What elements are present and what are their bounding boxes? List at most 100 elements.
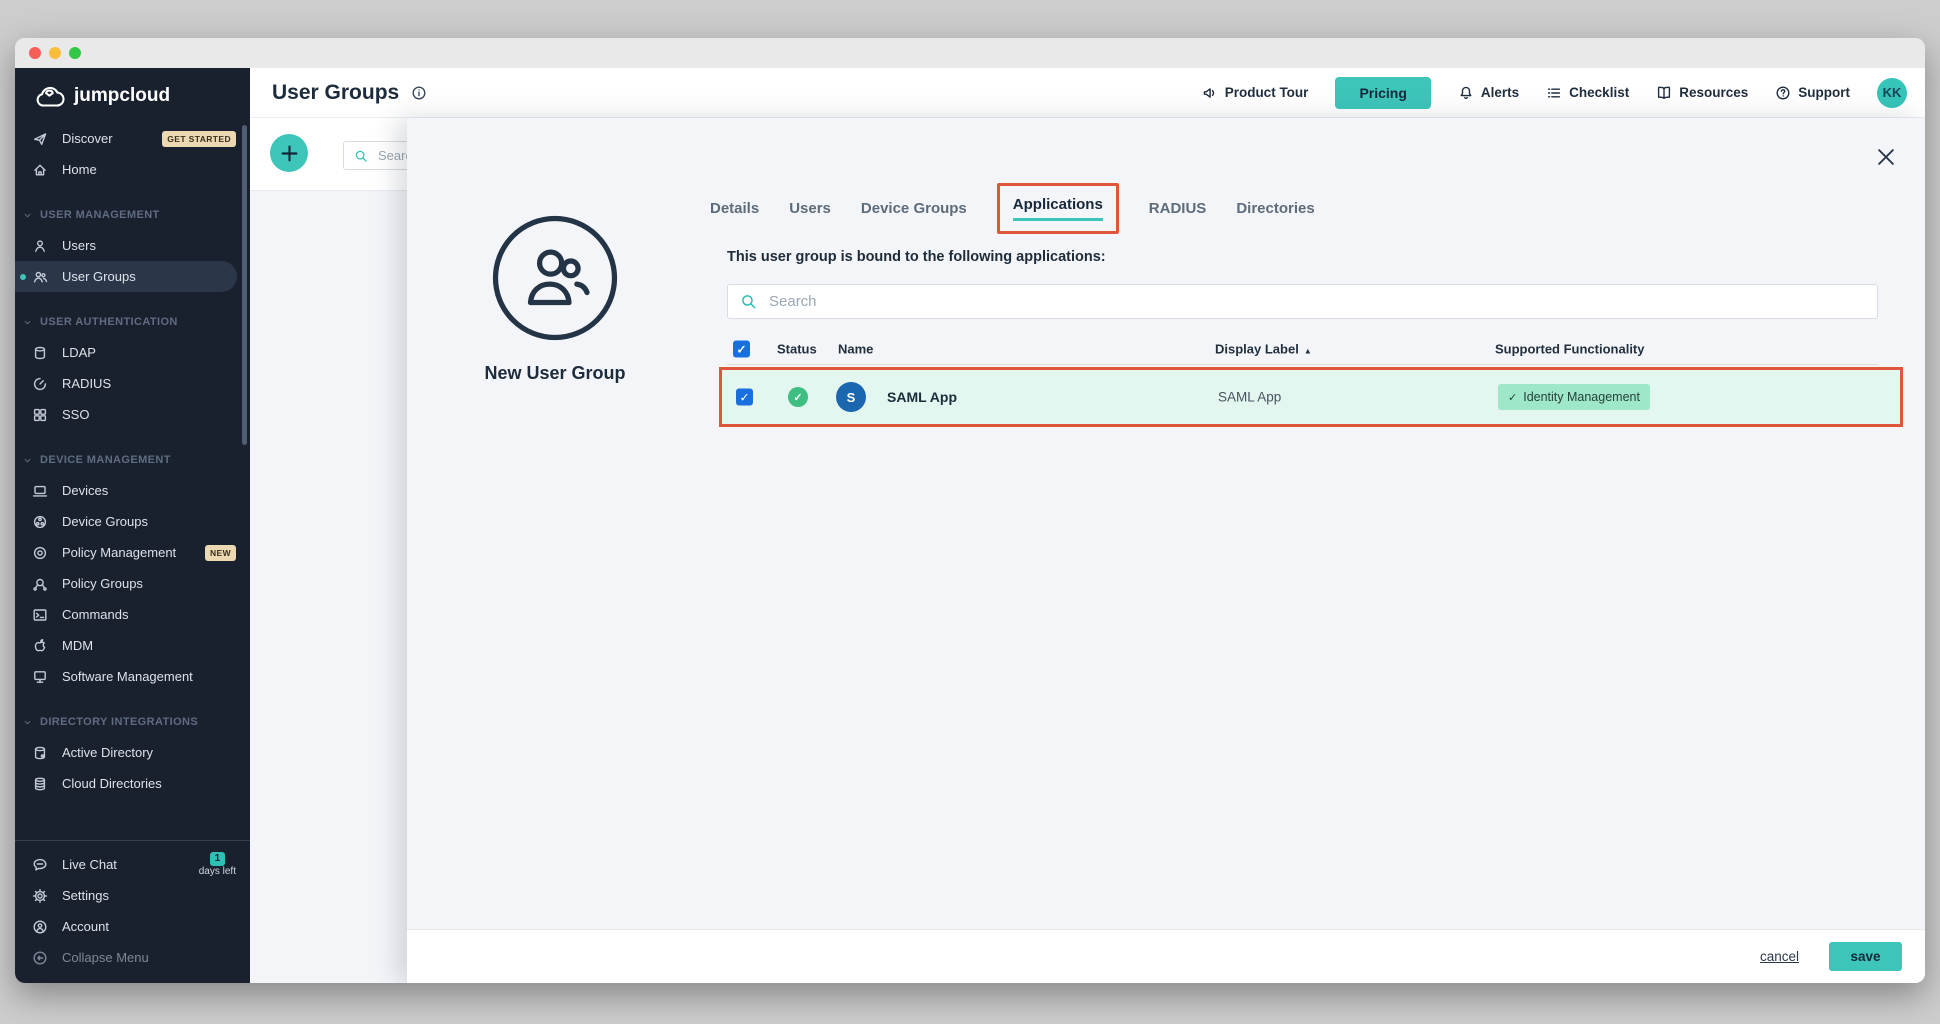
add-user-group-button[interactable] bbox=[270, 134, 308, 172]
sidebar-item-label: Account bbox=[62, 919, 109, 934]
book-icon bbox=[1656, 85, 1672, 101]
sidebar-footer: Live Chat 1 days left Settings Account C… bbox=[15, 840, 250, 973]
cancel-button[interactable]: cancel bbox=[1754, 948, 1805, 965]
sidebar-item-label: User Groups bbox=[62, 269, 136, 284]
app-grid-icon bbox=[32, 407, 48, 423]
sidebar-item-software-management[interactable]: Software Management bbox=[15, 661, 250, 692]
section-header-label: USER AUTHENTICATION bbox=[40, 316, 178, 328]
user-avatar[interactable]: KK bbox=[1877, 78, 1907, 108]
search-icon bbox=[354, 149, 368, 163]
save-button[interactable]: save bbox=[1829, 942, 1902, 971]
device-group-icon bbox=[32, 514, 48, 530]
sidebar-item-sso[interactable]: SSO bbox=[15, 399, 250, 430]
sidebar-item-mdm[interactable]: MDM bbox=[15, 630, 250, 661]
page-header: User Groups Product Tour Pricing Alerts … bbox=[250, 68, 1925, 118]
sidebar-item-commands[interactable]: Commands bbox=[15, 599, 250, 630]
zoom-window-button[interactable] bbox=[69, 47, 81, 59]
sidebar-section-directory-integrations[interactable]: DIRECTORY INTEGRATIONS bbox=[15, 707, 250, 737]
sidebar-item-cloud-directories[interactable]: Cloud Directories bbox=[15, 768, 250, 799]
resources-button[interactable]: Resources bbox=[1656, 85, 1748, 101]
sidebar-item-home[interactable]: Home bbox=[15, 154, 250, 185]
jumpcloud-logo[interactable]: jumpcloud bbox=[15, 68, 250, 107]
sidebar-item-settings[interactable]: Settings bbox=[15, 880, 250, 911]
tab-applications[interactable]: Applications bbox=[997, 183, 1119, 234]
column-header-status[interactable]: Status bbox=[777, 342, 817, 357]
panel-footer: cancel save bbox=[407, 929, 1925, 983]
select-all-checkbox[interactable] bbox=[733, 341, 750, 358]
chevron-down-icon bbox=[22, 455, 33, 466]
sidebar-item-active-directory[interactable]: Active Directory bbox=[15, 737, 250, 768]
sidebar-item-label: Live Chat bbox=[62, 857, 117, 872]
chevron-down-icon bbox=[22, 210, 33, 221]
trial-days-count: 1 bbox=[210, 852, 226, 866]
support-label: Support bbox=[1798, 85, 1850, 100]
sidebar-item-live-chat[interactable]: Live Chat 1 days left bbox=[15, 849, 250, 880]
support-button[interactable]: Support bbox=[1775, 85, 1850, 101]
gear-icon bbox=[32, 888, 48, 904]
bound-applications-description: This user group is bound to the followin… bbox=[727, 249, 1106, 265]
checklist-button[interactable]: Checklist bbox=[1546, 85, 1629, 101]
sidebar-item-policy-groups[interactable]: Policy Groups bbox=[15, 568, 250, 599]
tab-applications-label: Applications bbox=[1013, 196, 1103, 221]
bell-icon bbox=[1458, 85, 1474, 101]
alerts-button[interactable]: Alerts bbox=[1458, 85, 1519, 101]
home-icon bbox=[32, 162, 48, 178]
info-icon[interactable] bbox=[411, 85, 427, 101]
search-icon bbox=[740, 293, 757, 310]
sidebar: jumpcloud Discover GET STARTED Home USER… bbox=[15, 68, 250, 983]
tab-device-groups[interactable]: Device Groups bbox=[861, 200, 967, 217]
tab-radius[interactable]: RADIUS bbox=[1149, 200, 1207, 217]
applications-search bbox=[727, 284, 1878, 319]
column-header-name[interactable]: Name bbox=[838, 342, 873, 357]
sidebar-item-label: MDM bbox=[62, 638, 93, 653]
apple-icon bbox=[32, 638, 48, 654]
sidebar-section-device-management[interactable]: DEVICE MANAGEMENT bbox=[15, 445, 250, 475]
row-checkbox[interactable] bbox=[736, 389, 753, 406]
sidebar-item-label: Cloud Directories bbox=[62, 776, 162, 791]
window-titlebar bbox=[15, 38, 1925, 68]
pricing-button[interactable]: Pricing bbox=[1335, 77, 1430, 109]
sidebar-item-discover[interactable]: Discover GET STARTED bbox=[15, 123, 250, 154]
sidebar-item-label: Devices bbox=[62, 483, 108, 498]
radius-dial-icon bbox=[32, 376, 48, 392]
tab-directories[interactable]: Directories bbox=[1236, 200, 1314, 217]
minimize-window-button[interactable] bbox=[49, 47, 61, 59]
close-panel-button[interactable] bbox=[1875, 146, 1897, 168]
sidebar-item-collapse-menu[interactable]: Collapse Menu bbox=[15, 942, 250, 973]
new-badge: NEW bbox=[205, 545, 236, 561]
sidebar-item-devices[interactable]: Devices bbox=[15, 475, 250, 506]
sidebar-section-user-authentication[interactable]: USER AUTHENTICATION bbox=[15, 307, 250, 337]
database-icon bbox=[32, 345, 48, 361]
sidebar-item-label: Home bbox=[62, 162, 97, 177]
sidebar-item-label: Device Groups bbox=[62, 514, 148, 529]
sidebar-item-label: SSO bbox=[62, 407, 89, 422]
tab-details[interactable]: Details bbox=[710, 200, 759, 217]
group-name: New User Group bbox=[440, 363, 670, 384]
new-user-group-panel: New User Group Details Users Device Grou… bbox=[407, 118, 1925, 983]
product-tour-button[interactable]: Product Tour bbox=[1202, 85, 1309, 101]
saml-app-row-highlight: S SAML App SAML App ✓Identity Management bbox=[719, 367, 1903, 427]
column-header-display-label[interactable]: Display Label bbox=[1215, 342, 1312, 357]
product-tour-label: Product Tour bbox=[1225, 85, 1309, 100]
get-started-badge: GET STARTED bbox=[162, 131, 236, 147]
software-icon bbox=[32, 669, 48, 685]
resources-label: Resources bbox=[1679, 85, 1748, 100]
tab-users[interactable]: Users bbox=[789, 200, 831, 217]
sidebar-item-users[interactable]: Users bbox=[15, 230, 250, 261]
sidebar-item-policy-management[interactable]: Policy Management NEW bbox=[15, 537, 250, 568]
close-window-button[interactable] bbox=[29, 47, 41, 59]
sidebar-scrollbar-thumb[interactable] bbox=[242, 125, 247, 445]
sidebar-section-user-management[interactable]: USER MANAGEMENT bbox=[15, 200, 250, 230]
sidebar-item-user-groups[interactable]: User Groups bbox=[15, 261, 237, 292]
chat-bubble-icon bbox=[32, 857, 48, 873]
megaphone-icon bbox=[1202, 85, 1218, 101]
sidebar-item-ldap[interactable]: LDAP bbox=[15, 337, 250, 368]
table-row[interactable]: S SAML App SAML App ✓Identity Management bbox=[722, 370, 1900, 424]
applications-search-input[interactable] bbox=[767, 292, 1771, 311]
question-circle-icon bbox=[1775, 85, 1791, 101]
column-header-functionality[interactable]: Supported Functionality bbox=[1495, 342, 1645, 357]
sidebar-item-device-groups[interactable]: Device Groups bbox=[15, 506, 250, 537]
sidebar-item-radius[interactable]: RADIUS bbox=[15, 368, 250, 399]
sidebar-item-account[interactable]: Account bbox=[15, 911, 250, 942]
trial-days-badge: 1 days left bbox=[199, 852, 236, 878]
